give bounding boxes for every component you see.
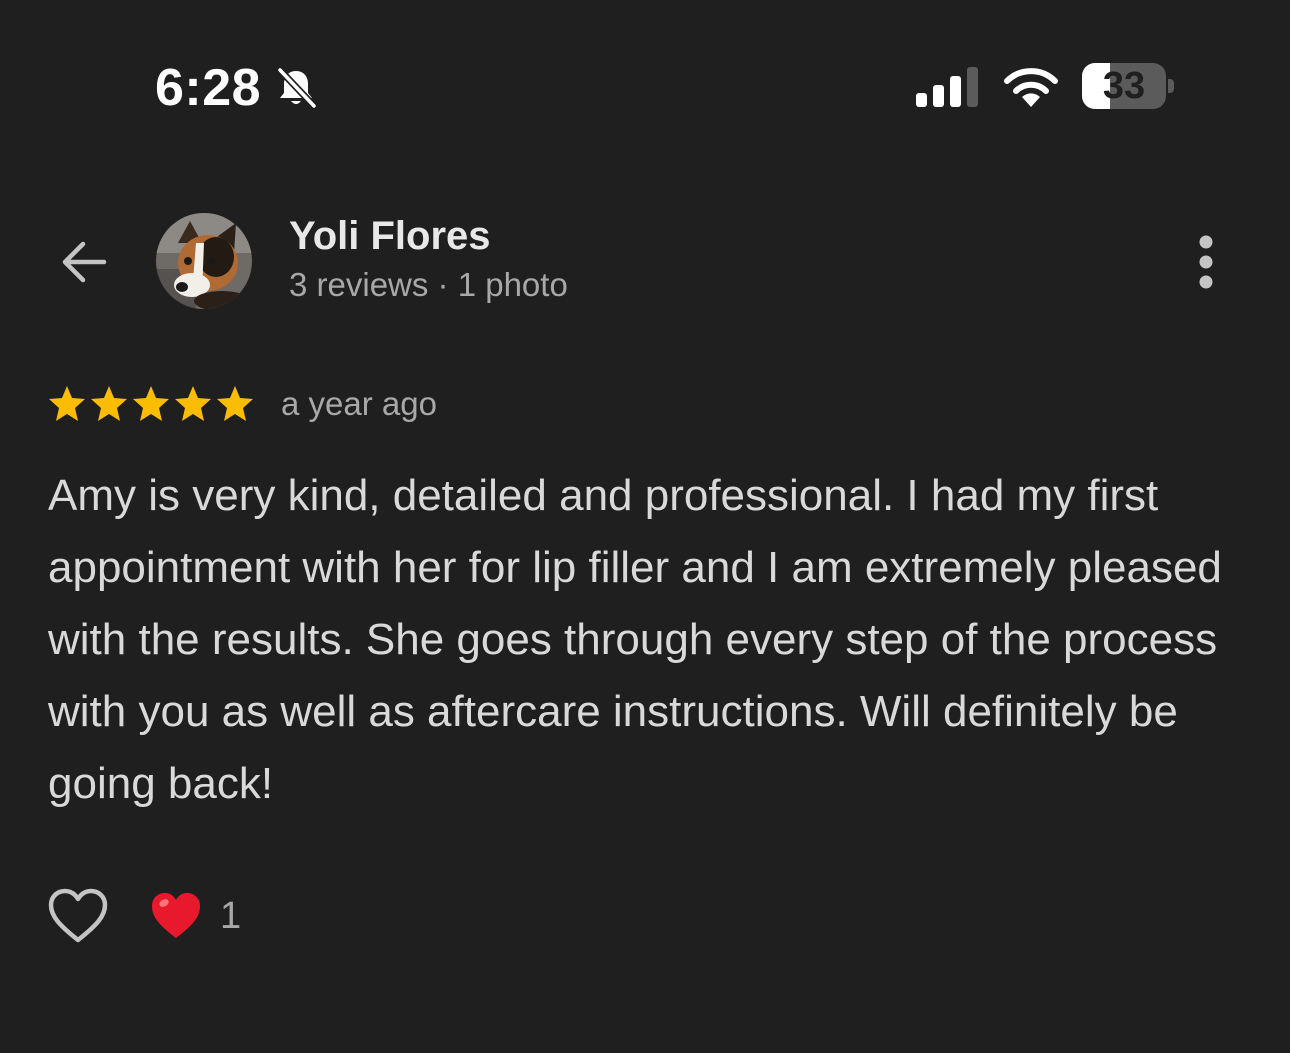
cellular-signal-icon (916, 67, 978, 107)
reactions-row: 1 (46, 883, 241, 949)
review-text: Amy is very kind, detailed and professio… (48, 471, 1222, 808)
star-icon (91, 386, 127, 421)
star-icon (133, 386, 169, 421)
status-time-group: 6:28 (155, 58, 319, 118)
battery-level: 33 (1102, 65, 1146, 107)
red-heart-emoji (152, 893, 200, 938)
reviewer-meta: 3 reviews · 1 photo (289, 266, 568, 303)
more-options-button[interactable] (1176, 228, 1236, 296)
battery-nub (1168, 79, 1174, 93)
reaction-count: 1 (220, 894, 242, 937)
bell-slash-icon (277, 67, 317, 109)
star-icon (49, 386, 85, 421)
avatar[interactable] (156, 213, 252, 309)
reviewer-header: Yoli Flores 3 reviews · 1 photo (0, 200, 1290, 320)
star-icon (217, 386, 253, 421)
more-vertical-icon (1199, 235, 1213, 289)
battery-body: 33 (1082, 63, 1166, 109)
star-rating (47, 384, 257, 424)
like-button[interactable] (46, 884, 110, 948)
reaction-summary[interactable]: 1 (150, 891, 241, 941)
battery-indicator: 33 (1082, 63, 1174, 111)
review-date: a year ago (281, 385, 437, 422)
rating-row: a year ago (47, 380, 437, 428)
reviewer-name[interactable]: Yoli Flores (289, 214, 491, 259)
arrow-left-icon (62, 241, 107, 283)
back-button[interactable] (50, 228, 118, 296)
heart-outline-icon (48, 888, 108, 943)
status-clock: 6:28 (155, 59, 262, 117)
status-bar: 6:28 33 (0, 0, 1290, 160)
wifi-icon (1004, 68, 1058, 107)
star-icon (175, 386, 211, 421)
dog-avatar (156, 213, 252, 309)
status-indicators: 33 (914, 62, 1174, 112)
